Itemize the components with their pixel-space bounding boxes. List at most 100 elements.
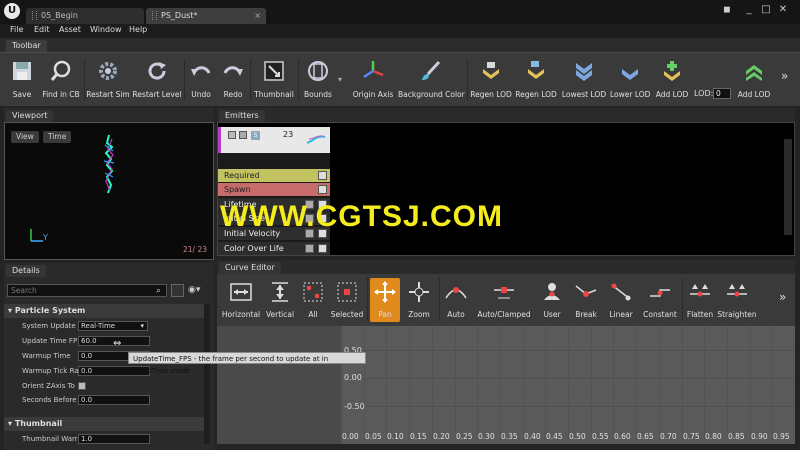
auto-tangent-button[interactable]: Auto [441,278,471,322]
section-label: Particle System [14,306,86,315]
grid-hline [341,350,795,351]
view-button[interactable]: View [11,131,39,143]
pan-button[interactable]: Pan [370,278,400,322]
lower-lod-button[interactable]: Lower LOD [610,55,650,103]
lowest-lod-button[interactable]: Lowest LOD [560,55,608,103]
toolbar-overflow-icon[interactable]: » [781,69,788,83]
search-icon[interactable]: ⌕ [156,286,161,296]
undo-button[interactable]: Undo [186,55,216,103]
thumbnail-button[interactable]: Thumbnail [252,55,296,103]
prop-label: Warmup Tick Ra [22,367,78,375]
break-tangent-button[interactable]: Break [569,278,603,322]
emitter-column[interactable]: S 23 Required Spawn Lifetime Initial Siz… [218,127,330,255]
chat-icon[interactable]: ◼ [720,4,734,16]
curve-graph[interactable]: 0.50 0.00 -0.50 0.00 0.05 0.10 0.15 0.20 0.25… [341,326,795,444]
tab-ps-dust[interactable]: PS_Dust* × [146,8,266,24]
module-spawn[interactable]: Spawn [218,183,330,196]
auto-clamped-button[interactable]: Auto/Clamped [475,278,533,322]
minimize-button[interactable]: _ [742,4,756,16]
restart-level-button[interactable]: Restart Level [132,55,182,103]
menu-asset[interactable]: Asset [59,25,81,34]
separator [84,59,85,101]
x-axis-tick-label: 0.30 [478,432,495,441]
menu-edit[interactable]: Edit [34,25,50,34]
x-axis-tick-label: 0.85 [728,432,745,441]
viewport-tab[interactable]: Viewport [6,110,54,122]
module-curve-checkbox[interactable] [318,171,327,180]
restart-sim-button[interactable]: Restart Sim [86,55,130,103]
curve-toolbar-overflow-icon[interactable]: » [779,290,786,304]
redo-button[interactable]: Redo [218,55,248,103]
menu-help[interactable]: Help [129,25,147,34]
fit-vertical-button[interactable]: Vertical [263,278,297,322]
thumbnail-warmup-input[interactable]: 1.0 [78,434,150,444]
lower-lod-icon [622,69,638,80]
zoom-button[interactable]: Zoom [403,278,435,322]
tab-close-icon[interactable]: × [254,8,261,24]
emitter-s-icon[interactable]: S [251,131,260,140]
unreal-logo-icon[interactable]: U [4,3,20,19]
linear-icon [611,283,631,301]
close-window-button[interactable]: ✕ [776,4,790,16]
x-axis-tick-label: 0.70 [660,432,677,441]
grid-view-icon[interactable] [171,284,184,297]
curve-editor-tab[interactable]: Curve Editor [219,262,281,274]
time-button[interactable]: Time [43,131,72,143]
user-tangent-button[interactable]: User [537,278,567,322]
section-particle-system[interactable]: ▾ Particle System [4,304,204,318]
seconds-before-input[interactable]: 0.0 [78,395,150,405]
system-update-select[interactable]: Real-Time ▾ [78,321,148,331]
background-color-button[interactable]: Background Color [398,55,465,103]
emitters-panel[interactable]: S 23 Required Spawn Lifetime Initial Siz… [217,122,795,256]
restart-level-label: Restart Level [132,90,182,99]
emitter-solo-checkbox[interactable] [239,131,247,139]
bounds-dropdown-icon[interactable]: ▾ [338,75,342,84]
tab-05-begin[interactable]: 05_Begin [26,8,144,24]
emitter-header[interactable]: S 23 [218,127,330,153]
viewport[interactable]: View Time Y 21/ 23 [4,122,214,260]
menu-file[interactable]: File [10,25,23,34]
add-lod-button-1[interactable]: Add LOD [652,55,692,103]
orient-zaxis-checkbox[interactable] [78,382,86,390]
module-color-over-life[interactable]: Color Over Life [218,242,330,255]
fit-selected-button[interactable]: Selected [329,278,365,322]
module-curve-checkbox[interactable] [318,244,327,253]
bounds-button[interactable]: Bounds [300,55,336,103]
linear-button[interactable]: Linear [605,278,637,322]
section-thumbnail[interactable]: ▾ Thumbnail [4,417,204,431]
emitter-enable-checkbox[interactable] [228,131,236,139]
emitters-scrollbar[interactable] [784,139,792,235]
straighten-button[interactable]: Straighten [717,278,757,322]
details-scrollbar[interactable] [204,304,210,444]
module-required[interactable]: Required [218,169,330,182]
tab-grip-icon [152,11,157,20]
find-label: Find in CB [42,90,80,99]
module-enable-checkbox[interactable] [305,244,314,253]
maximize-button[interactable]: □ [759,4,773,16]
origin-axis-button[interactable]: Origin Axis [350,55,396,103]
emitter-count: 23 [283,130,294,139]
flatten-button[interactable]: Flatten [685,278,715,322]
x-axis-tick-label: 0.60 [614,432,631,441]
curve-list[interactable] [217,326,341,444]
find-in-cb-button[interactable]: Find in CB [40,55,82,103]
regen-lod-button-2[interactable]: Regen LOD [514,55,558,103]
save-button[interactable]: Save [4,55,40,103]
origin-axis-label: Origin Axis [352,90,394,99]
constant-button[interactable]: Constant [641,278,679,322]
frame-counter: 21/ 23 [183,245,207,254]
menu-window[interactable]: Window [90,25,122,34]
regen-lod-button-1[interactable]: Regen LOD [470,55,512,103]
fit-horizontal-button[interactable]: Horizontal [221,278,261,322]
fit-all-button[interactable]: All [299,278,327,322]
lod-spinner[interactable]: 0 [713,88,731,99]
emitters-tab[interactable]: Emitters [219,110,265,122]
details-tab[interactable]: Details [6,265,46,277]
module-curve-checkbox[interactable] [318,185,327,194]
add-lod-label: Add LOD [655,90,689,99]
toolbar-header: Toolbar [0,38,800,52]
eye-icon[interactable]: ◉▾ [188,285,200,295]
details-search-input[interactable]: Search [7,284,167,297]
add-lod-button-2[interactable]: Add LOD [734,55,774,103]
toolbar-tab[interactable]: Toolbar [6,40,47,52]
